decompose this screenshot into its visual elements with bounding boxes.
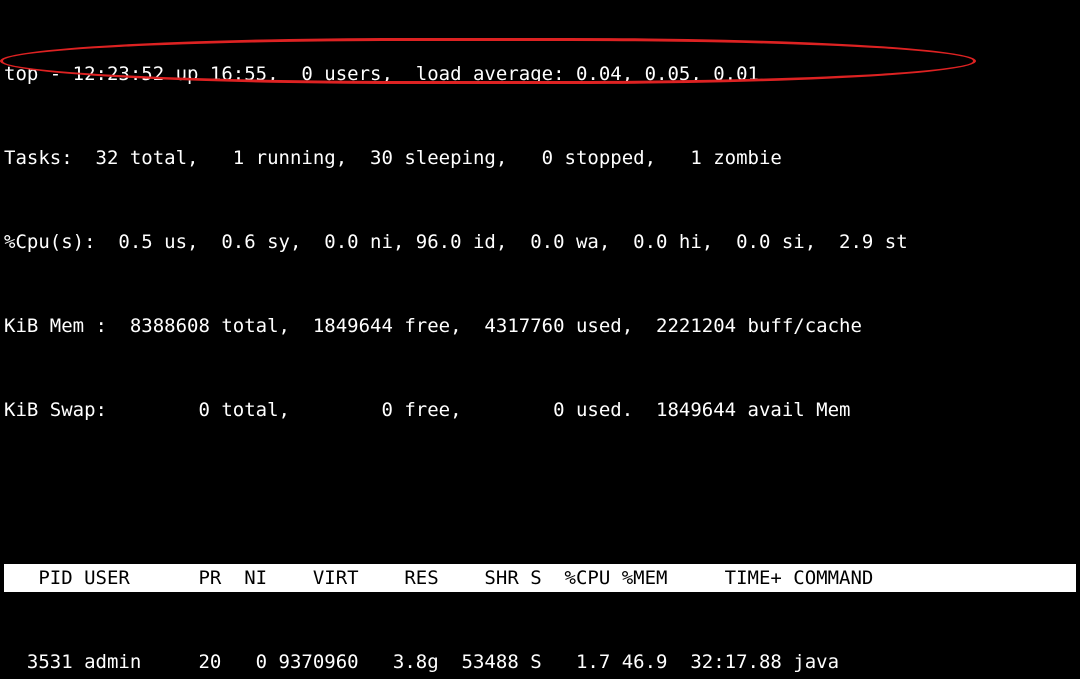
summary-top-line: top - 12:23:52 up 16:55, 0 users, load a… <box>4 60 1076 88</box>
process-row: 3531 admin 20 0 9370960 3.8g 53488 S 1.7… <box>4 648 1076 676</box>
blank-line <box>4 480 1076 508</box>
summary-cpu-line: %Cpu(s): 0.5 us, 0.6 sy, 0.0 ni, 96.0 id… <box>4 228 1076 256</box>
terminal-output[interactable]: top - 12:23:52 up 16:55, 0 users, load a… <box>0 0 1080 679</box>
summary-swap-line: KiB Swap: 0 total, 0 free, 0 used. 18496… <box>4 396 1076 424</box>
process-table-body: 3531 admin 20 0 9370960 3.8g 53488 S 1.7… <box>4 648 1076 679</box>
summary-tasks-line: Tasks: 32 total, 1 running, 30 sleeping,… <box>4 144 1076 172</box>
summary-mem-line: KiB Mem : 8388608 total, 1849644 free, 4… <box>4 312 1076 340</box>
process-table-header: PID USER PR NI VIRT RES SHR S %CPU %MEM … <box>4 564 1076 592</box>
